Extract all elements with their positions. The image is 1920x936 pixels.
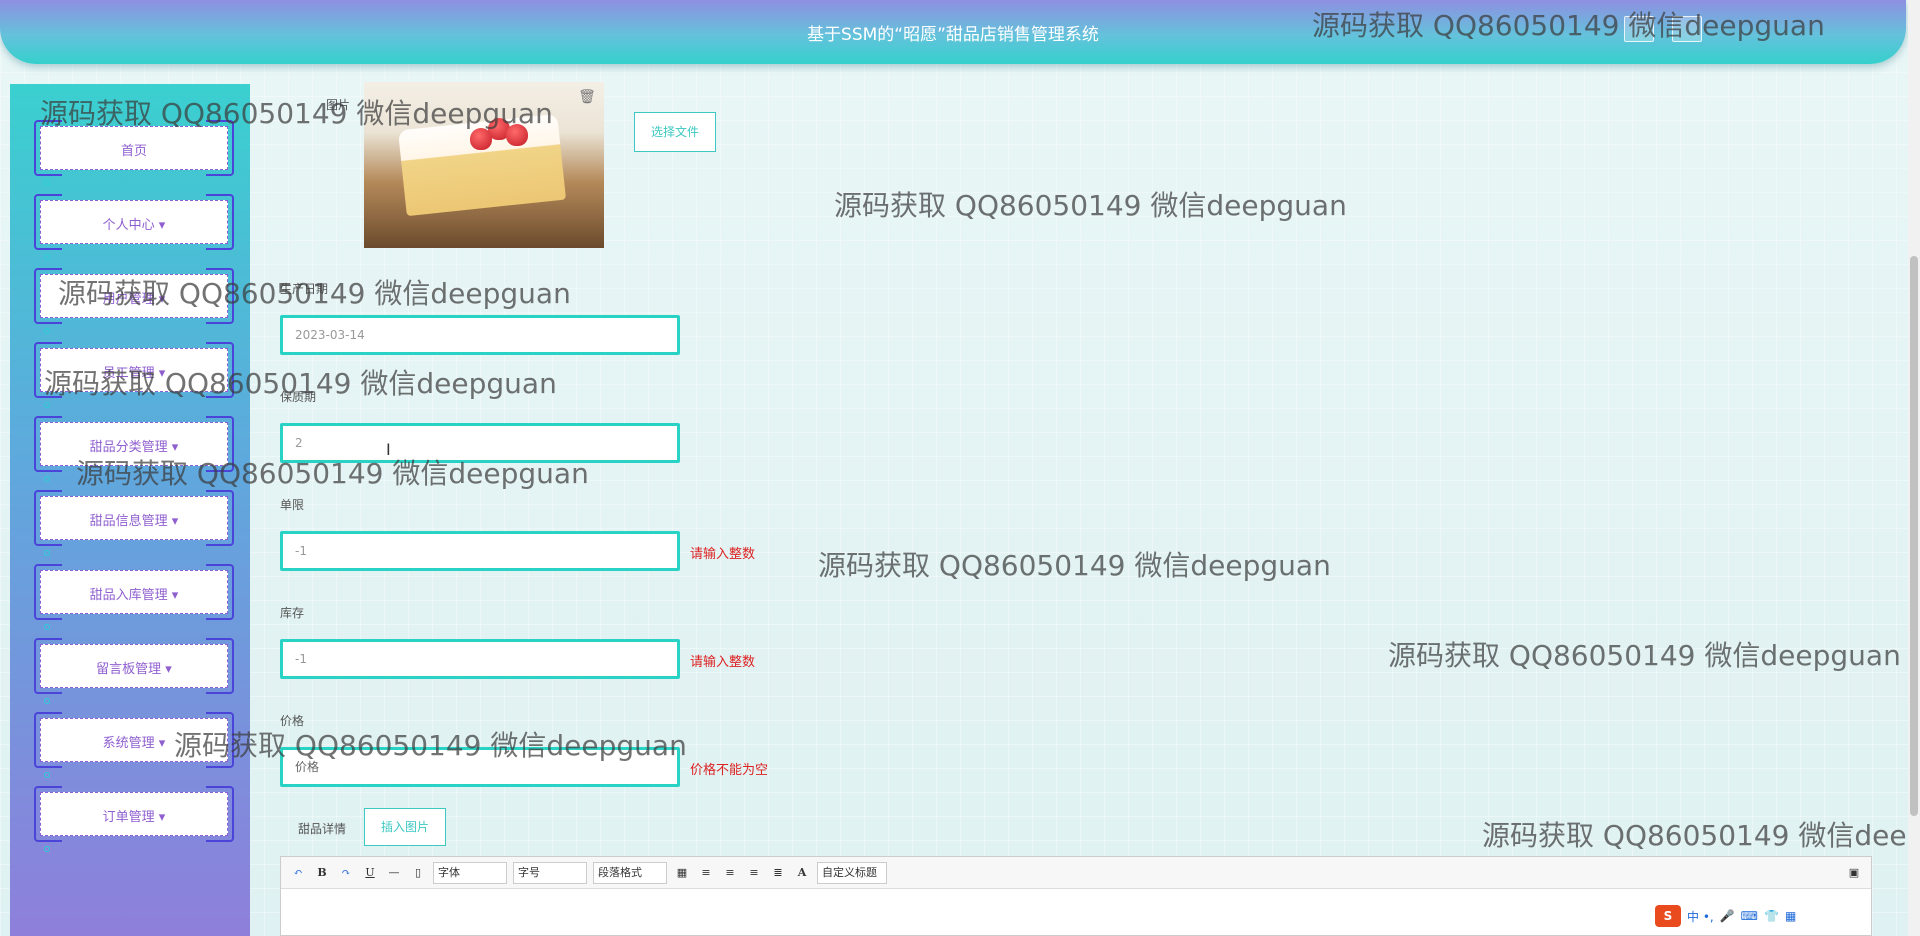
scrollbar-thumb[interactable]	[1910, 256, 1918, 816]
price-error: 价格不能为空	[690, 763, 769, 778]
stock-error: 请输入整数	[690, 655, 756, 670]
align-right-icon[interactable]: ≡	[721, 866, 739, 879]
keyboard-icon[interactable]: ⌨	[1741, 909, 1758, 923]
sidebar-item-order-management[interactable]: 订单管理 ▾	[34, 786, 234, 852]
production-date-input[interactable]: 2023-03-14	[280, 315, 680, 355]
font-family-select[interactable]: 字体	[433, 861, 507, 884]
sidebar-item-dessert-stock-in[interactable]: 甜品入库管理 ▾	[34, 564, 234, 630]
insert-image-button[interactable]: 插入图片	[364, 808, 446, 846]
align-center-icon[interactable]: ≡	[745, 866, 763, 879]
custom-title-select[interactable]: 自定义标题	[817, 861, 887, 884]
input-method-bar[interactable]: S 中 •, 🎤 ⌨ 👕 ▦	[1651, 903, 1841, 929]
watermark: 源码获取 QQ86050149 微信deepguan	[58, 277, 571, 310]
font-size-select[interactable]: 字号	[513, 861, 587, 884]
align-justify-icon[interactable]: ≣	[769, 866, 787, 879]
sidebar-item-message-board[interactable]: 留言板管理 ▾	[34, 638, 234, 704]
underline-button[interactable]: U	[361, 866, 379, 879]
watermark: 源码获取 QQ86050149 微信deepguan	[1482, 819, 1906, 852]
page-scrollbar[interactable]	[1908, 0, 1920, 936]
sogou-logo: S	[1655, 905, 1681, 927]
ime-mode: 中 •,	[1687, 909, 1714, 924]
sidebar-item-label: 个人中心 ▾	[102, 218, 166, 233]
horizontal-rule-icon[interactable]: —	[385, 866, 403, 879]
grid-icon[interactable]: ▦	[1785, 909, 1796, 923]
sidebar-item-dessert-info[interactable]: 甜品信息管理 ▾	[34, 490, 234, 556]
watermark: 源码获取 QQ86050149 微信deepguan	[174, 729, 687, 762]
bold-button[interactable]: B	[313, 866, 331, 879]
font-color-button[interactable]: A	[793, 866, 811, 879]
limit-label: 单限	[280, 498, 305, 512]
sidebar-item-label: 首页	[120, 144, 147, 159]
document-icon[interactable]: ▯	[409, 866, 427, 879]
stock-label: 库存	[280, 606, 305, 620]
redo-icon[interactable]: ↷	[337, 866, 355, 879]
sidebar-item-label: 订单管理 ▾	[102, 810, 166, 825]
rich-text-editor[interactable]: ↶ B ↷ U — ▯ 字体 字号 段落格式 ▦ ≡ ≡ ≡ ≣ A 自定义标题…	[280, 856, 1872, 936]
dessert-detail-label: 甜品详情	[298, 822, 347, 836]
watermark: 源码获取 QQ86050149 微信deepguan	[818, 549, 1331, 582]
watermark: 源码获取 QQ86050149 微信deepguan	[40, 97, 553, 130]
sidebar: 首页 个人中心 ▾ 用户管理 ▾ 员工管理 ▾ 甜品分类管理 ▾ 甜品信息管理 …	[10, 84, 250, 936]
stock-input[interactable]: -1	[280, 639, 680, 679]
limit-input[interactable]: -1	[280, 531, 680, 571]
sidebar-item-label: 留言板管理 ▾	[96, 662, 172, 677]
sidebar-item-personal-center[interactable]: 个人中心 ▾	[34, 194, 234, 260]
choose-file-button[interactable]: 选择文件	[634, 112, 716, 152]
sidebar-item-label: 甜品信息管理 ▾	[89, 514, 179, 529]
watermark: 源码获取 QQ86050149 微信deepguan	[76, 457, 589, 490]
watermark: 源码获取 QQ86050149 微信deepguan	[834, 189, 1347, 222]
watermark: 源码获取 QQ86050149 微信deepguan	[1388, 639, 1901, 672]
trash-icon[interactable]: 🗑	[578, 88, 596, 106]
fullscreen-icon[interactable]: ▣	[1845, 866, 1863, 879]
microphone-icon[interactable]: 🎤	[1720, 909, 1735, 923]
watermark: 源码获取 QQ86050149 微信deepguan	[1312, 9, 1825, 42]
sidebar-item-label: 甜品入库管理 ▾	[89, 588, 179, 603]
limit-error: 请输入整数	[690, 547, 756, 562]
paragraph-format-select[interactable]: 段落格式	[593, 861, 667, 884]
align-left-icon[interactable]: ≡	[697, 866, 715, 879]
editor-toolbar: ↶ B ↷ U — ▯ 字体 字号 段落格式 ▦ ≡ ≡ ≡ ≣ A 自定义标题…	[281, 857, 1871, 889]
watermark: 源码获取 QQ86050149 微信deepguan	[44, 367, 557, 400]
undo-icon[interactable]: ↶	[289, 866, 307, 879]
table-icon[interactable]: ▦	[673, 866, 691, 879]
skin-icon[interactable]: 👕	[1764, 909, 1779, 923]
